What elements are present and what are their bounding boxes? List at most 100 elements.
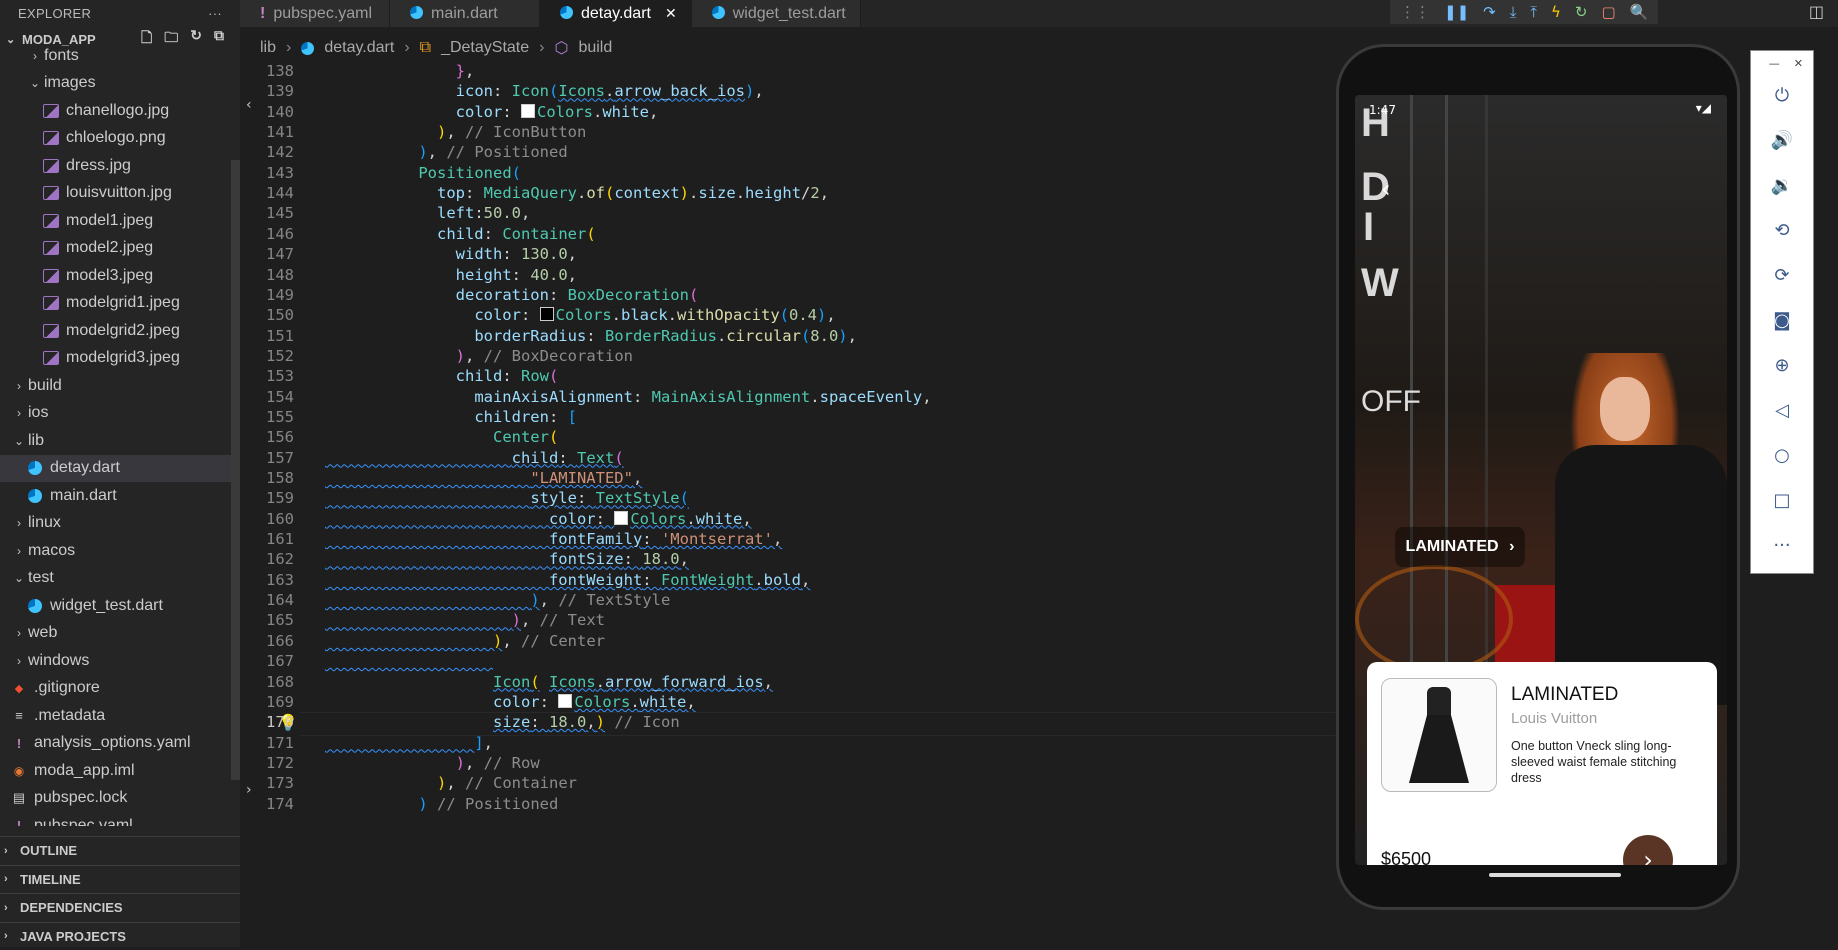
file-item[interactable]: chanellogo.jpg	[0, 97, 240, 125]
code-line[interactable]: fontSize: 18.0,	[325, 550, 689, 568]
breadcrumb-class[interactable]: _DetayState	[441, 39, 529, 57]
code-line[interactable]: ), // IconButton	[325, 123, 586, 141]
code-line[interactable]: decoration: BoxDecoration(	[325, 286, 698, 304]
code-line[interactable]: size: 18.0,) // Icon	[325, 713, 680, 731]
code-line[interactable]: Icon( Icons.arrow_forward_ios,	[325, 673, 773, 691]
file-item[interactable]: !analysis_options.yaml	[0, 730, 240, 758]
folder-item[interactable]: ›web	[0, 620, 240, 648]
code-line[interactable]: color: Colors.white,	[325, 510, 752, 528]
power-icon[interactable]: ⏻	[1751, 73, 1813, 118]
split-editor-icon[interactable]: ◫	[1809, 2, 1824, 21]
file-item[interactable]: model3.jpeg	[0, 262, 240, 290]
chevron-right-icon[interactable]: ›	[246, 782, 252, 798]
code-line[interactable]: fontFamily: 'Montserrat',	[325, 530, 782, 548]
home-indicator[interactable]	[1489, 873, 1621, 877]
sidebar-scrollbar[interactable]	[231, 160, 240, 780]
section-dependencies[interactable]: ›DEPENDENCIES	[0, 893, 240, 922]
section-outline[interactable]: ›OUTLINE	[0, 836, 240, 865]
rotate-left-icon[interactable]: ⟲	[1751, 208, 1813, 253]
file-item[interactable]: model2.jpeg	[0, 235, 240, 263]
step-over-icon[interactable]: ↷	[1483, 3, 1496, 21]
code-line[interactable]: ) // Positioned	[325, 795, 558, 813]
pause-icon[interactable]: ❚❚	[1444, 3, 1469, 21]
home-icon[interactable]: ○	[1751, 433, 1813, 478]
zoom-icon[interactable]: ⊕	[1751, 343, 1813, 388]
code-line[interactable]: height: 40.0,	[325, 266, 577, 284]
file-item[interactable]: !pubspec.yaml	[0, 812, 240, 826]
file-item[interactable]: louisvuitton.jpg	[0, 180, 240, 208]
folder-item[interactable]: ›fonts	[0, 42, 240, 70]
breadcrumb-method[interactable]: build	[578, 39, 612, 57]
file-item[interactable]: widget_test.dart	[0, 592, 240, 620]
restart-icon[interactable]: ↻	[1575, 3, 1588, 21]
code-line[interactable]: child: Container(	[325, 225, 596, 243]
overview-icon[interactable]: □	[1751, 478, 1813, 523]
breadcrumb-lib[interactable]: lib	[260, 39, 276, 57]
code-line[interactable]: width: 130.0,	[325, 245, 577, 263]
file-item[interactable]: ◉moda_app.iml	[0, 757, 240, 785]
camera-icon[interactable]: ◙	[1751, 298, 1813, 343]
laminated-button[interactable]: LAMINATED ›	[1395, 527, 1525, 567]
drag-handle-icon[interactable]: ⋮⋮	[1400, 3, 1430, 21]
close-icon[interactable]: ✕	[1794, 57, 1803, 73]
step-out-icon[interactable]: ⤒	[1530, 3, 1537, 21]
code-line[interactable]	[325, 652, 493, 670]
code-line[interactable]: top: MediaQuery.of(context).size.height/…	[325, 184, 829, 202]
tab-pubspec-yaml[interactable]: !pubspec.yaml	[240, 0, 390, 27]
volume-down-icon[interactable]: 🔉	[1751, 163, 1813, 208]
code-line[interactable]: left:50.0,	[325, 204, 530, 222]
code-line[interactable]: fontWeight: FontWeight.bold,	[325, 571, 810, 589]
device-screen[interactable]: H D I W OFF 1:47 ▾◢ ‹ LAMINATED › LAMINA…	[1355, 95, 1727, 865]
code-line[interactable]: Positioned(	[325, 164, 521, 182]
file-item[interactable]: ▤pubspec.lock	[0, 785, 240, 813]
code-line[interactable]: color: Colors.black.withOpacity(0.4),	[325, 306, 836, 324]
code-line[interactable]: Center(	[325, 428, 558, 446]
code-editor[interactable]: 138 },139 icon: Icon(Icons.arrow_back_io…	[240, 62, 1340, 947]
more-actions-icon[interactable]: ···	[208, 6, 222, 21]
close-icon[interactable]: ✕	[665, 5, 677, 22]
section-java-projects[interactable]: ›JAVA PROJECTS	[0, 922, 240, 950]
code-line[interactable]: color: Colors.white,	[325, 103, 658, 121]
section-timeline[interactable]: ›TIMELINE	[0, 865, 240, 894]
folder-item[interactable]: ›macos	[0, 537, 240, 565]
code-line[interactable]: ), // BoxDecoration	[325, 347, 633, 365]
code-line[interactable]: ), // Container	[325, 774, 577, 792]
breadcrumb-file[interactable]: detay.dart	[324, 39, 394, 57]
minimize-icon[interactable]: —	[1769, 57, 1780, 73]
code-line[interactable]: icon: Icon(Icons.arrow_back_ios),	[325, 82, 764, 100]
step-into-icon[interactable]: ⤓	[1510, 3, 1517, 21]
tab-widget-test-dart[interactable]: widget_test.dart	[692, 0, 861, 27]
code-line[interactable]: ), // Center	[325, 632, 605, 650]
file-item[interactable]: chloelogo.png	[0, 125, 240, 153]
code-line[interactable]: ), // Text	[325, 611, 605, 629]
folder-item[interactable]: ›build	[0, 372, 240, 400]
file-item[interactable]: dress.jpg	[0, 152, 240, 180]
back-icon[interactable]: ◁	[1751, 388, 1813, 433]
code-line[interactable]: children: [	[325, 408, 577, 426]
code-line[interactable]: },	[325, 62, 474, 80]
code-line[interactable]: borderRadius: BorderRadius.circular(8.0)…	[325, 327, 857, 345]
hot-reload-icon[interactable]: ϟ	[1551, 3, 1561, 21]
folder-item[interactable]: ›windows	[0, 647, 240, 675]
file-item[interactable]: ◆.gitignore	[0, 675, 240, 703]
more-icon[interactable]: ···	[1751, 523, 1813, 568]
arrow-forward-button[interactable]: ›	[1623, 835, 1673, 865]
volume-up-icon[interactable]: 🔊	[1751, 118, 1813, 163]
code-line[interactable]: style: TextStyle(	[325, 489, 689, 507]
file-item[interactable]: ≡.metadata	[0, 702, 240, 730]
file-item[interactable]: modelgrid3.jpeg	[0, 345, 240, 373]
code-line[interactable]: ), // TextStyle	[325, 591, 670, 609]
code-line[interactable]: child: Text(	[325, 449, 624, 467]
file-item[interactable]: main.dart	[0, 482, 240, 510]
folder-item[interactable]: ›ios	[0, 400, 240, 428]
chevron-left-icon[interactable]: ‹	[246, 97, 252, 113]
file-item[interactable]: detay.dart	[0, 455, 240, 483]
file-item[interactable]: modelgrid1.jpeg	[0, 290, 240, 318]
file-item[interactable]: model1.jpeg	[0, 207, 240, 235]
folder-item[interactable]: ⌄lib	[0, 427, 240, 455]
code-line[interactable]: ), // Positioned	[325, 143, 568, 161]
folder-item[interactable]: ›linux	[0, 510, 240, 538]
code-line[interactable]: ), // Row	[325, 754, 540, 772]
tab-detay-dart[interactable]: detay.dart✕	[540, 0, 692, 27]
code-line[interactable]: ],	[325, 734, 493, 752]
